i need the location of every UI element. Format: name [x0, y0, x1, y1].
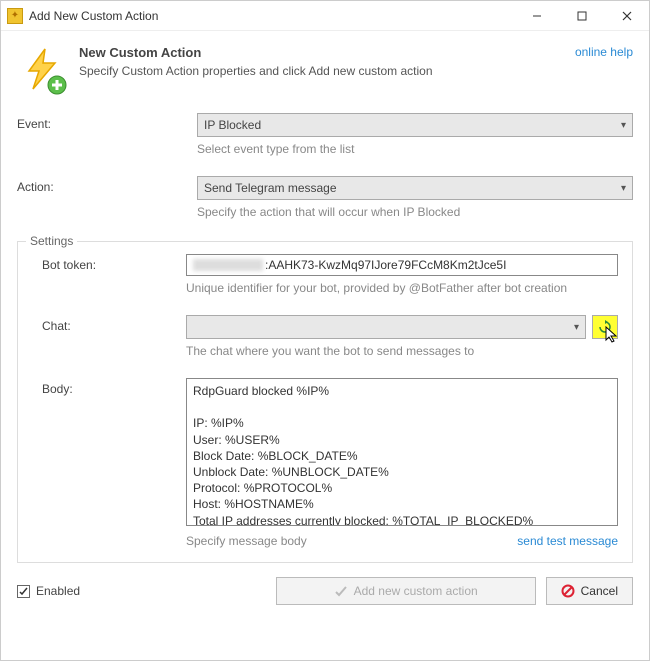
refresh-icon [598, 320, 612, 334]
app-icon: ✦ [7, 8, 23, 24]
minimize-button[interactable] [514, 1, 559, 30]
content-area: New Custom Action Specify Custom Action … [1, 31, 649, 660]
bot-token-label: Bot token: [32, 254, 186, 272]
dialog-window: ✦ Add New Custom Action [0, 0, 650, 661]
check-icon [334, 584, 348, 598]
bot-token-help: Unique identifier for your bot, provided… [186, 281, 618, 295]
enabled-checkbox[interactable]: Enabled [17, 584, 80, 598]
window-title: Add New Custom Action [29, 9, 514, 23]
settings-legend: Settings [26, 234, 77, 248]
chat-select[interactable]: ▾ [186, 315, 586, 339]
settings-fieldset: Settings Bot token: :AAHK73-KwzMq97IJore… [17, 241, 633, 563]
checkbox-box [17, 585, 30, 598]
send-test-message-link[interactable]: send test message [517, 534, 618, 548]
header-icon [17, 45, 69, 97]
body-help: Specify message body [186, 534, 307, 548]
bot-token-visible: :AAHK73-KwzMq97IJore79FCcM8Km2tJce5I [265, 258, 506, 272]
blurred-token-prefix [193, 259, 263, 271]
event-help: Select event type from the list [197, 142, 633, 156]
chat-help: The chat where you want the bot to send … [186, 344, 618, 358]
event-select-value: IP Blocked [204, 118, 261, 132]
maximize-button[interactable] [559, 1, 604, 30]
cancel-button[interactable]: Cancel [546, 577, 633, 605]
chevron-down-icon: ▾ [621, 120, 626, 131]
add-custom-action-button[interactable]: Add new custom action [276, 577, 536, 605]
add-button-label: Add new custom action [354, 584, 478, 598]
action-help: Specify the action that will occur when … [197, 205, 633, 219]
header-title: New Custom Action [79, 45, 575, 60]
close-button[interactable] [604, 1, 649, 30]
enabled-label: Enabled [36, 584, 80, 598]
event-select[interactable]: IP Blocked ▾ [197, 113, 633, 137]
event-label: Event: [17, 113, 197, 131]
action-label: Action: [17, 176, 197, 194]
chevron-down-icon: ▾ [574, 322, 579, 333]
bot-token-input[interactable]: :AAHK73-KwzMq97IJore79FCcM8Km2tJce5I [186, 254, 618, 276]
header-block: New Custom Action Specify Custom Action … [17, 45, 633, 97]
action-select-value: Send Telegram message [204, 181, 337, 195]
body-label: Body: [32, 378, 186, 396]
header-subtitle: Specify Custom Action properties and cli… [79, 64, 575, 78]
cancel-button-label: Cancel [581, 584, 618, 598]
online-help-link[interactable]: online help [575, 45, 633, 59]
footer: Enabled Add new custom action Cancel [17, 577, 633, 605]
chat-label: Chat: [32, 315, 186, 333]
action-select[interactable]: Send Telegram message ▾ [197, 176, 633, 200]
titlebar: ✦ Add New Custom Action [1, 1, 649, 31]
body-textarea[interactable] [186, 378, 618, 526]
refresh-chats-button[interactable] [592, 315, 618, 339]
plus-icon [47, 75, 67, 95]
cancel-icon [561, 584, 575, 598]
chevron-down-icon: ▾ [621, 183, 626, 194]
